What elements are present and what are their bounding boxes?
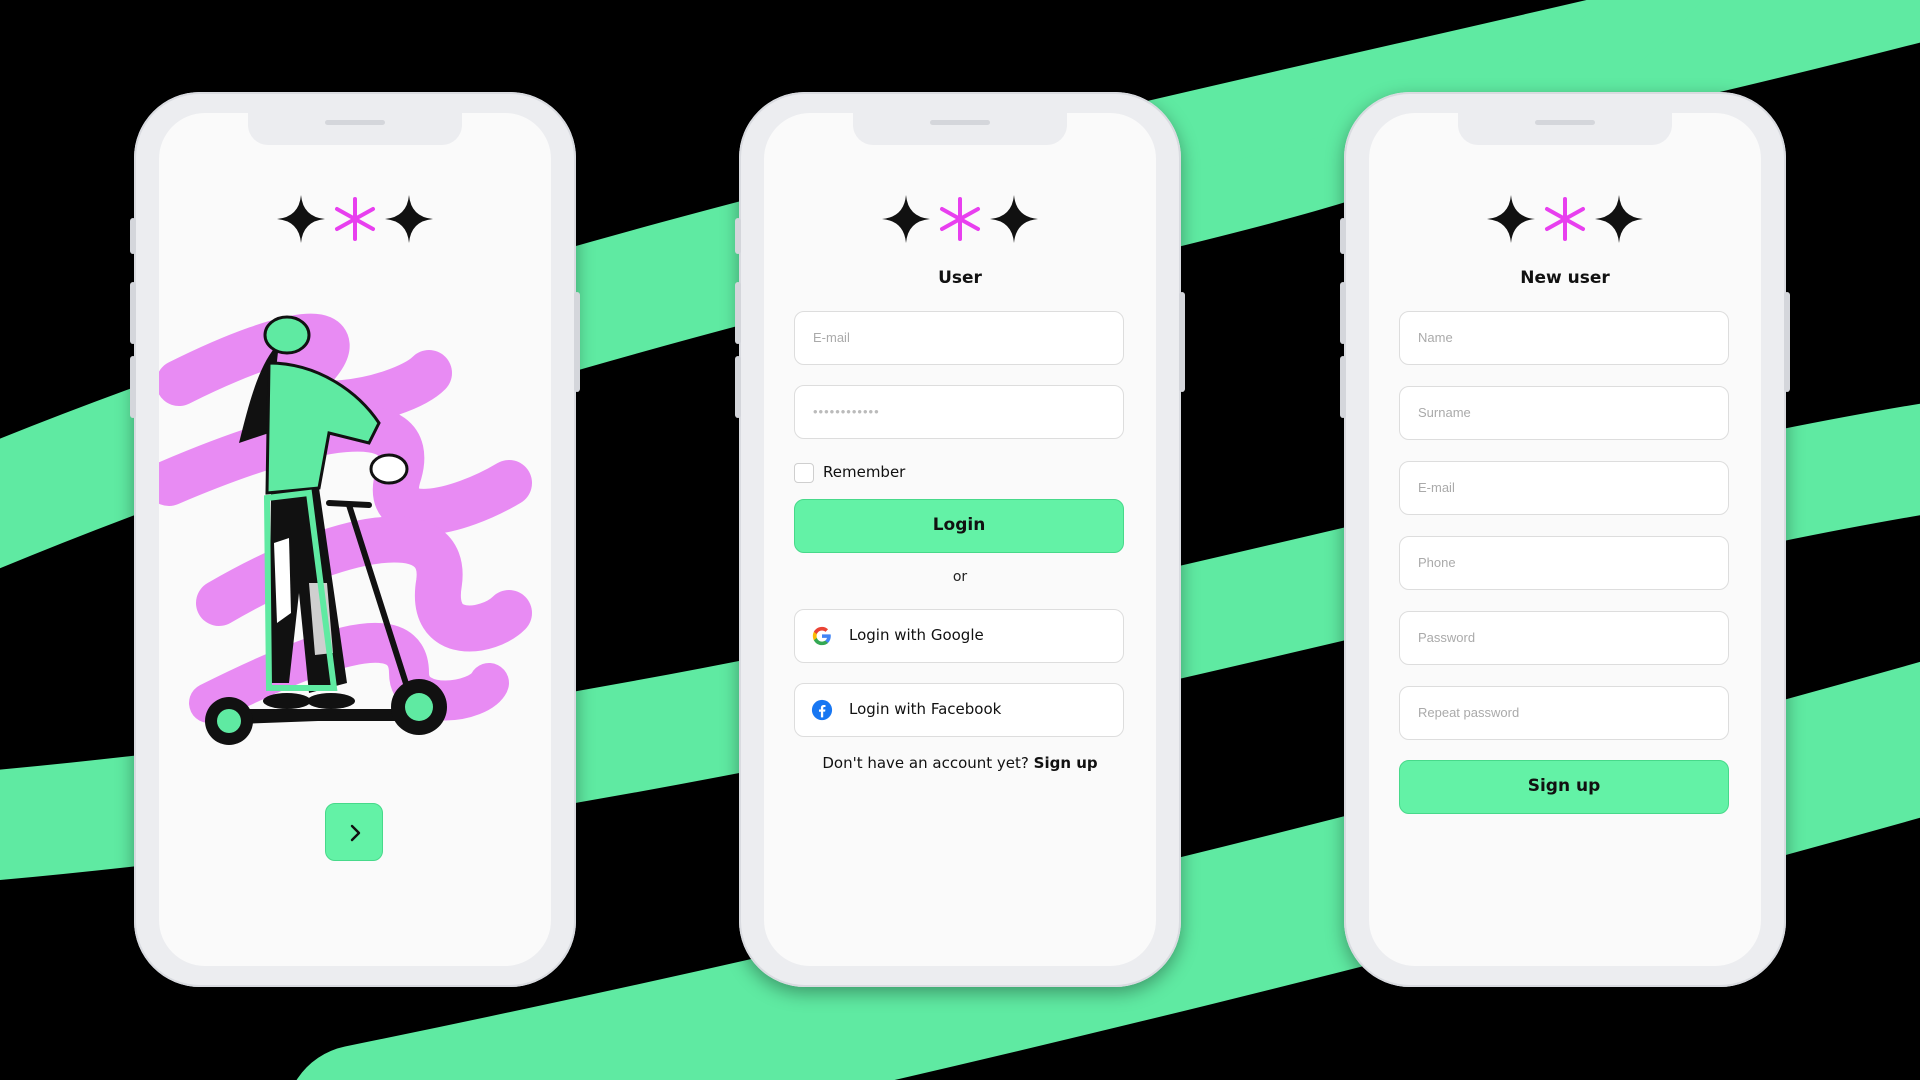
- surname-field[interactable]: Surname: [1399, 386, 1729, 440]
- phone-notch: [248, 113, 462, 145]
- or-divider: or: [952, 569, 968, 585]
- no-account-text: Don't have an account yet?: [822, 754, 1029, 772]
- side-button: [130, 218, 136, 254]
- remember-checkbox[interactable]: [794, 463, 814, 483]
- side-button: [735, 356, 741, 418]
- three-sparkles-logo-icon: [277, 195, 433, 243]
- login-with-facebook-button[interactable]: Login with Facebook: [794, 683, 1124, 737]
- side-button: [735, 282, 741, 344]
- side-button: [130, 356, 136, 418]
- speaker: [930, 120, 990, 125]
- phone-onboarding: [130, 92, 580, 987]
- name-field[interactable]: Name: [1399, 311, 1729, 365]
- phone-login: User E-mail •••••••••••• Remember Login …: [735, 92, 1185, 987]
- three-sparkles-logo-icon: [882, 195, 1038, 243]
- side-button: [735, 218, 741, 254]
- woman-on-scooter-illustration: [159, 313, 532, 745]
- google-icon: [812, 626, 831, 646]
- signup-button[interactable]: Sign up: [1399, 760, 1729, 814]
- facebook-icon: [811, 699, 833, 721]
- google-button-label: Login with Google: [849, 626, 984, 644]
- login-button[interactable]: Login: [794, 499, 1124, 553]
- phone-notch: [1458, 113, 1672, 145]
- signup-title: New user: [1520, 268, 1610, 288]
- side-button: [1784, 292, 1790, 392]
- login-title: User: [938, 268, 982, 288]
- signup-screen: New user Name Surname E-mail Phone Passw…: [1369, 113, 1761, 966]
- password-field[interactable]: ••••••••••••: [794, 385, 1124, 439]
- side-button: [130, 282, 136, 344]
- side-button: [1340, 282, 1346, 344]
- phone-notch: [853, 113, 1067, 145]
- login-screen: User E-mail •••••••••••• Remember Login …: [764, 113, 1156, 966]
- phone-signup: New user Name Surname E-mail Phone Passw…: [1340, 92, 1790, 987]
- chevron-right-icon: [350, 824, 361, 842]
- side-button: [1340, 356, 1346, 418]
- side-button: [1340, 218, 1346, 254]
- side-button: [1179, 292, 1185, 392]
- email-field[interactable]: E-mail: [1399, 461, 1729, 515]
- login-with-google-button[interactable]: Login with Google: [794, 609, 1124, 663]
- speaker: [325, 120, 385, 125]
- three-sparkles-logo-icon: [1487, 195, 1643, 243]
- password-field[interactable]: Password: [1399, 611, 1729, 665]
- repeat-password-field[interactable]: Repeat password: [1399, 686, 1729, 740]
- phone-field[interactable]: Phone: [1399, 536, 1729, 590]
- next-button[interactable]: [325, 803, 383, 861]
- onboarding-screen: [159, 113, 551, 966]
- facebook-button-label: Login with Facebook: [849, 700, 1002, 718]
- speaker: [1535, 120, 1595, 125]
- email-field[interactable]: E-mail: [794, 311, 1124, 365]
- side-button: [574, 292, 580, 392]
- signup-link[interactable]: Sign up: [1034, 754, 1098, 772]
- remember-label: Remember: [823, 463, 906, 481]
- signup-prompt: Don't have an account yet? Sign up: [764, 754, 1156, 772]
